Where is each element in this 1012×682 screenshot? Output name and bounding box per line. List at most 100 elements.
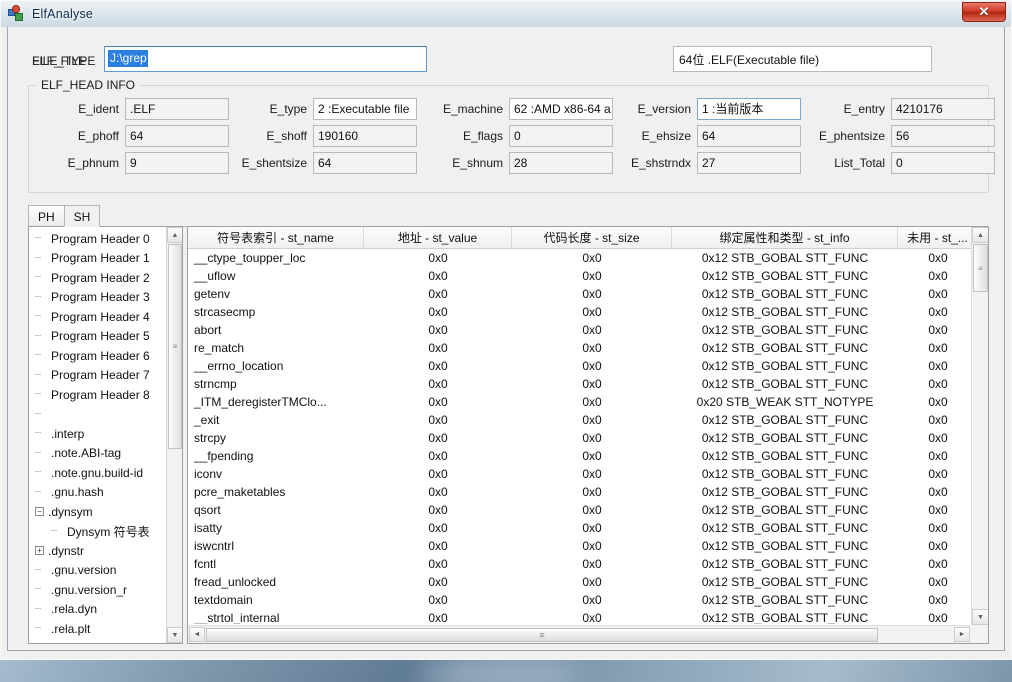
tree-item[interactable]: ┈ .gnu.version_r — [29, 580, 166, 600]
table-row[interactable]: __errno_location 0x0 0x0 0x12 STB_GOBAL STT… — [188, 357, 971, 375]
table-cell: 0x0 — [428, 485, 448, 499]
table-cell: 0x0 — [428, 251, 448, 265]
collapse-icon[interactable]: − — [35, 507, 44, 517]
tree-item[interactable]: ┈ .note.ABI-tag — [29, 444, 166, 464]
table-row[interactable]: strcpy 0x0 0x0 0x12 STB_GOBAL STT_FUNC 0x0 — [188, 429, 971, 447]
grid-horizontal-scrollbar[interactable]: ◄ ≡ ► — [188, 625, 971, 643]
field-value[interactable]: 1 :当前版本 — [697, 98, 801, 120]
tree-item[interactable]: ┈ .rela.dyn — [29, 600, 166, 620]
column-header[interactable]: 代码长度 - st_size — [512, 227, 672, 248]
scroll-left-arrow[interactable]: ◄ — [189, 627, 205, 642]
table-row[interactable]: strcasecmp 0x0 0x0 0x12 STB_GOBAL STT_FUNC 0… — [188, 303, 971, 321]
field-value[interactable]: 0 — [509, 125, 613, 147]
tree-item[interactable]: ┈ — [29, 405, 166, 425]
table-row[interactable]: __uflow 0x0 0x0 0x12 STB_GOBAL STT_FUNC 0x0 — [188, 267, 971, 285]
expand-icon[interactable]: + — [35, 546, 44, 556]
table-row[interactable]: __fpending 0x0 0x0 0x12 STB_GOBAL STT_FUNC 0… — [188, 447, 971, 465]
scroll-right-arrow[interactable]: ► — [954, 627, 970, 642]
table-row[interactable]: strncmp 0x0 0x0 0x12 STB_GOBAL STT_FUNC 0x0 — [188, 375, 971, 393]
field-value[interactable]: 0 — [891, 152, 995, 174]
grid-vertical-scrollbar[interactable]: ▲ ≡ ▼ — [971, 227, 988, 625]
field-value[interactable]: 62 :AMD x86-64 a — [509, 98, 613, 120]
table-cell: 0x0 — [928, 557, 948, 571]
tree-item[interactable]: ┈ Program Header 5 — [29, 327, 166, 347]
title-bar[interactable]: ElfAnalyse ✕ — [1, 1, 1011, 27]
table-row[interactable]: abort 0x0 0x0 0x12 STB_GOBAL STT_FUNC 0x0 — [188, 321, 971, 339]
table-row[interactable]: pcre_maketables 0x0 0x0 0x12 STB_GOBAL STT_… — [188, 483, 971, 501]
tree-item[interactable]: ┈ .gnu.hash — [29, 483, 166, 503]
field-value[interactable]: 4210176 — [891, 98, 995, 120]
table-cell: abort — [194, 323, 222, 337]
symbol-table-header[interactable]: 符号表索引 - st_name 地址 - st_value 代码长度 - st_si… — [188, 227, 988, 249]
table-row[interactable]: _ITM_deregisterTMClo... 0x0 0x0 0x20 STB_WE… — [188, 393, 971, 411]
column-header[interactable]: 地址 - st_value — [364, 227, 512, 248]
field-value[interactable]: .ELF — [125, 98, 229, 120]
tree-item[interactable]: ┈ .interp — [29, 424, 166, 444]
tree-item[interactable]: ┈ Program Header 4 — [29, 307, 166, 327]
table-row[interactable]: getenv 0x0 0x0 0x12 STB_GOBAL STT_FUNC 0x0 — [188, 285, 971, 303]
field-value[interactable]: 27 — [697, 152, 801, 174]
table-row[interactable]: re_match 0x0 0x0 0x12 STB_GOBAL STT_FUNC 0x0 — [188, 339, 971, 357]
tree-item[interactable]: ┈ Program Header 2 — [29, 268, 166, 288]
field-value[interactable]: 9 — [125, 152, 229, 174]
field-value[interactable]: 64 — [697, 125, 801, 147]
tree-vertical-scrollbar[interactable]: ▲ ≡ ▼ — [166, 227, 182, 643]
file-type-input[interactable]: 64位 .ELF(Executable file) — [673, 46, 932, 72]
table-cell: 0x0 — [582, 377, 602, 391]
hscroll-thumb[interactable]: ≡ — [206, 628, 878, 642]
tree-item-label: .interp — [51, 426, 85, 441]
scroll-down-arrow[interactable]: ▼ — [167, 627, 182, 643]
table-cell: __uflow — [194, 269, 236, 283]
scroll-thumb[interactable]: ≡ — [973, 244, 988, 292]
table-row[interactable]: __ctype_toupper_loc 0x0 0x0 0x12 STB_GOBAL … — [188, 249, 971, 267]
table-cell: 0x12 STB_GOBAL STT_FUNC — [701, 575, 869, 589]
field-value[interactable]: 64 — [313, 152, 417, 174]
tab-sh[interactable]: SH — [63, 205, 101, 227]
tree-item[interactable]: ┈ Dynsym 符号表 — [29, 522, 166, 542]
table-row[interactable]: fread_unlocked 0x0 0x0 0x12 STB_GOBAL STT_F… — [188, 573, 971, 591]
field-value[interactable]: 2 :Executable file — [313, 98, 417, 120]
section-tree[interactable]: ┈ Program Header 0 ┈ Program Header 1 ┈ Progr… — [29, 227, 166, 643]
tree-item[interactable]: ┈ Program Header 0 — [29, 229, 166, 249]
scroll-up-arrow[interactable]: ▲ — [167, 227, 182, 243]
tab-ph[interactable]: PH — [28, 205, 65, 227]
tree-item[interactable]: ┈ .note.gnu.build-id — [29, 463, 166, 483]
tree-item[interactable]: + .dynstr — [29, 541, 166, 561]
tree-item[interactable]: ┈ Program Header 7 — [29, 366, 166, 386]
tree-item[interactable]: ┈ Program Header 1 — [29, 249, 166, 269]
tree-item[interactable]: ┈ Program Header 6 — [29, 346, 166, 366]
symbol-table-body[interactable]: __ctype_toupper_loc 0x0 0x0 0x12 STB_GOBAL … — [188, 249, 971, 624]
table-cell: 0x0 — [428, 305, 448, 319]
table-row[interactable]: fcntl 0x0 0x0 0x12 STB_GOBAL STT_FUNC 0x0 — [188, 555, 971, 573]
table-cell: getenv — [194, 287, 231, 301]
tree-item[interactable]: ┈ .rela.plt — [29, 619, 166, 639]
tree-item[interactable]: ┈ Program Header 8 — [29, 385, 166, 405]
close-button[interactable]: ✕ — [962, 2, 1006, 22]
table-row[interactable]: textdomain 0x0 0x0 0x12 STB_GOBAL STT_FUNC 0… — [188, 591, 971, 609]
tree-item[interactable]: ┈ .gnu.version — [29, 561, 166, 581]
table-row[interactable]: iconv 0x0 0x0 0x12 STB_GOBAL STT_FUNC 0x0 — [188, 465, 971, 483]
table-row[interactable]: __strtol_internal 0x0 0x0 0x12 STB_GOBAL ST… — [188, 609, 971, 624]
table-cell: 0x0 — [928, 575, 948, 589]
table-row[interactable]: iswcntrl 0x0 0x0 0x12 STB_GOBAL STT_FUNC 0x0 — [188, 537, 971, 555]
column-header[interactable]: 绑定属性和类型 - st_info — [672, 227, 898, 248]
elf-file-input[interactable]: J:\grep — [104, 46, 427, 72]
scroll-down-arrow[interactable]: ▼ — [972, 609, 988, 625]
field-value[interactable]: 64 — [125, 125, 229, 147]
tree-item[interactable]: ┈.init — [29, 639, 166, 643]
field-label: E_entry — [843, 102, 885, 116]
table-row[interactable]: isatty 0x0 0x0 0x12 STB_GOBAL STT_FUNC 0x0 — [188, 519, 971, 537]
table-row[interactable]: qsort 0x0 0x0 0x12 STB_GOBAL STT_FUNC 0x0 — [188, 501, 971, 519]
tree-item[interactable]: − .dynsym — [29, 502, 166, 522]
tree-item[interactable]: ┈ Program Header 3 — [29, 288, 166, 308]
column-header[interactable]: 符号表索引 - st_name — [188, 227, 364, 248]
column-header[interactable]: 未用 - st_... — [898, 227, 978, 248]
scroll-up-arrow[interactable]: ▲ — [972, 227, 988, 243]
field-value[interactable]: 28 — [509, 152, 613, 174]
table-cell: textdomain — [194, 593, 253, 607]
table-cell: 0x12 STB_GOBAL STT_FUNC — [701, 593, 869, 607]
field-value[interactable]: 56 — [891, 125, 995, 147]
field-value[interactable]: 190160 — [313, 125, 417, 147]
table-row[interactable]: _exit 0x0 0x0 0x12 STB_GOBAL STT_FUNC 0x0 — [188, 411, 971, 429]
scroll-thumb[interactable]: ≡ — [168, 244, 182, 449]
